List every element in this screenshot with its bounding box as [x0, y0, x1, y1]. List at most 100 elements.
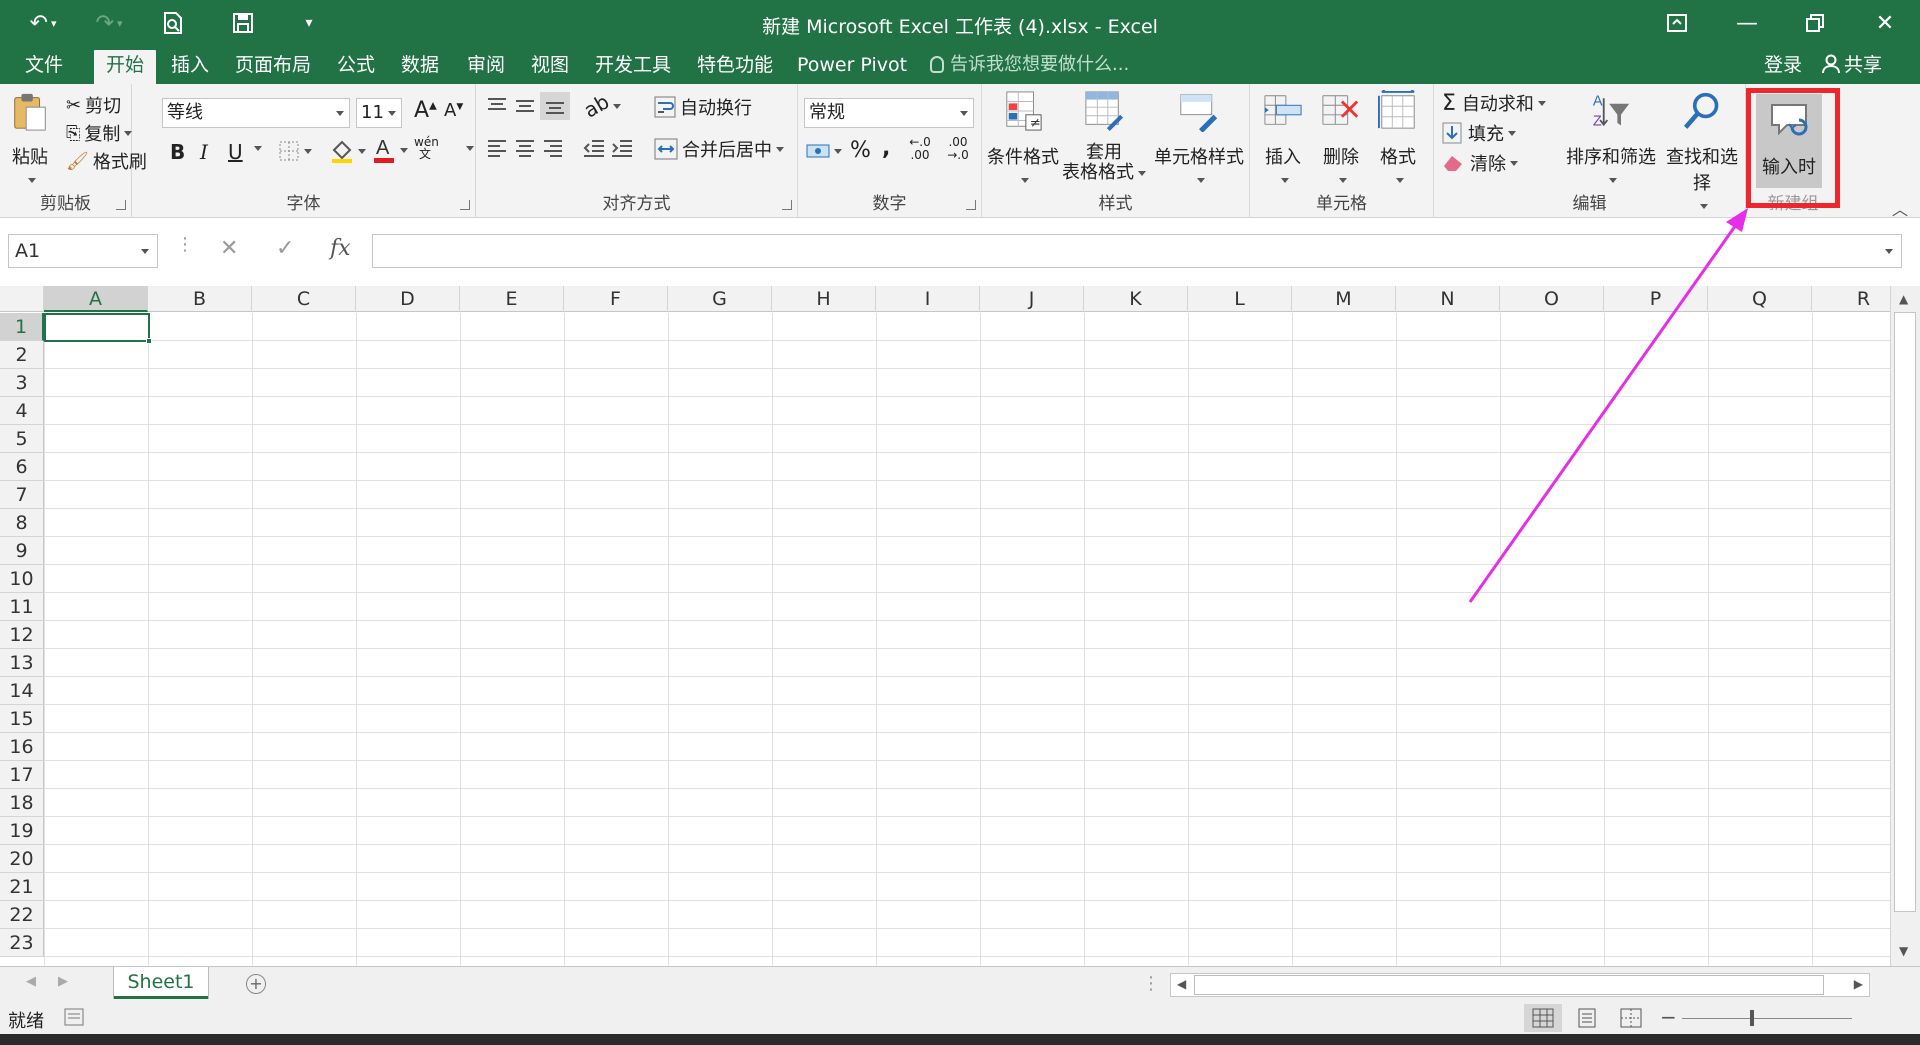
fill-button[interactable]: 填充	[1442, 120, 1516, 146]
row-header-11[interactable]: 11	[0, 593, 44, 621]
format-as-table-button[interactable]: 套用 表格格式	[1062, 90, 1146, 183]
prev-sheet-icon[interactable]: ◀	[26, 974, 36, 989]
row-header-9[interactable]: 9	[0, 537, 44, 565]
macro-record-icon[interactable]	[64, 1008, 84, 1031]
column-header-f[interactable]: F	[564, 286, 668, 312]
enter-icon[interactable]: ✓	[276, 236, 294, 261]
vertical-scrollbar[interactable]: ▲ ▼	[1890, 286, 1920, 966]
column-header-n[interactable]: N	[1396, 286, 1500, 312]
top-align-button[interactable]	[486, 96, 508, 116]
fill-color-button[interactable]	[330, 138, 366, 164]
share-button[interactable]: 共享	[1822, 50, 1882, 80]
row-header-23[interactable]: 23	[0, 929, 44, 957]
tab-formulas[interactable]: 公式	[328, 50, 384, 84]
phonetic-dropdown[interactable]	[462, 146, 474, 151]
decrease-decimal-button[interactable]: .00 →.0	[942, 136, 974, 162]
tab-home[interactable]: 开始	[94, 50, 156, 84]
font-size-combo[interactable]: 11	[356, 98, 402, 128]
row-header-14[interactable]: 14	[0, 677, 44, 705]
horizontal-scroll-thumb[interactable]	[1194, 975, 1824, 995]
column-header-h[interactable]: H	[772, 286, 876, 312]
sheet-tab-sheet1[interactable]: Sheet1	[114, 967, 208, 999]
shrink-font-button[interactable]: A▼	[444, 100, 463, 121]
number-format-combo[interactable]: 常规	[804, 98, 974, 128]
fill-handle[interactable]	[146, 338, 152, 344]
tell-me-search[interactable]: 告诉我您想要做什么...	[930, 50, 1129, 80]
column-header-q[interactable]: Q	[1708, 286, 1812, 312]
cell-styles-button[interactable]: 单元格样式	[1148, 90, 1250, 190]
zoom-slider[interactable]	[1682, 1018, 1852, 1019]
increase-indent-button[interactable]	[610, 138, 634, 158]
column-header-o[interactable]: O	[1500, 286, 1604, 312]
decrease-indent-button[interactable]	[582, 138, 606, 158]
clear-button[interactable]: 清除	[1442, 150, 1518, 176]
font-name-combo[interactable]: 等线	[162, 98, 350, 128]
worksheet-grid[interactable]: ABCDEFGHIJKLMNOPQR 1 2 3 4 5 6 7 8 9 10 11 12 13 14 15…	[0, 286, 1920, 966]
percent-button[interactable]: %	[850, 138, 871, 163]
row-header-5[interactable]: 5	[0, 425, 44, 453]
column-header-l[interactable]: L	[1188, 286, 1292, 312]
tab-insert[interactable]: 插入	[162, 50, 218, 84]
restore-button[interactable]	[1786, 0, 1844, 46]
copy-button[interactable]: ⎘ 复制	[66, 120, 133, 146]
name-box[interactable]: A1	[8, 234, 158, 268]
row-header-13[interactable]: 13	[0, 649, 44, 677]
autosum-button[interactable]: Σ 自动求和	[1442, 90, 1546, 116]
insert-cells-button[interactable]: 插入	[1256, 90, 1310, 190]
row-header-21[interactable]: 21	[0, 873, 44, 901]
row-header-22[interactable]: 22	[0, 901, 44, 929]
zoom-slider-thumb[interactable]	[1750, 1010, 1754, 1026]
format-cells-button[interactable]: 格式	[1370, 89, 1426, 190]
scroll-down-icon[interactable]: ▼	[1899, 944, 1908, 958]
page-layout-view-button[interactable]	[1576, 1008, 1598, 1033]
formula-input[interactable]	[372, 234, 1902, 268]
tab-data[interactable]: 数据	[392, 50, 448, 84]
dialog-launcher-icon[interactable]	[460, 200, 470, 210]
column-header-g[interactable]: G	[668, 286, 772, 312]
row-header-2[interactable]: 2	[0, 341, 44, 369]
dialog-launcher-icon[interactable]	[966, 200, 976, 210]
collapse-ribbon-button[interactable]: ︿	[1892, 196, 1908, 220]
close-button[interactable]: ✕	[1856, 0, 1914, 46]
minimize-button[interactable]: —	[1718, 0, 1776, 46]
wrap-text-button[interactable]: 自动换行	[654, 94, 752, 120]
paste-button[interactable]: 粘贴	[6, 90, 54, 190]
row-header-7[interactable]: 7	[0, 481, 44, 509]
customize-quick-access-button[interactable]: ▾	[296, 6, 322, 40]
row-header-1[interactable]: 1	[0, 313, 44, 341]
dialog-launcher-icon[interactable]	[782, 200, 792, 210]
row-header-17[interactable]: 17	[0, 761, 44, 789]
redo-button[interactable]: ↷ ▾	[86, 6, 132, 40]
italic-button[interactable]: I	[200, 140, 208, 164]
bottom-align-button[interactable]	[540, 92, 570, 120]
orientation-button[interactable]: ab	[580, 89, 621, 123]
column-header-j[interactable]: J	[980, 286, 1084, 312]
tab-review[interactable]: 审阅	[458, 50, 514, 84]
scroll-up-icon[interactable]: ▲	[1899, 292, 1908, 306]
expand-formula-icon[interactable]	[1885, 249, 1893, 254]
selected-cell-a1[interactable]	[44, 313, 152, 344]
bold-button[interactable]: B	[170, 140, 185, 164]
align-left-button[interactable]	[486, 138, 508, 158]
underline-dropdown[interactable]	[250, 146, 262, 151]
column-header-d[interactable]: D	[356, 286, 460, 312]
grow-font-button[interactable]: A▲	[414, 98, 437, 123]
row-header-8[interactable]: 8	[0, 509, 44, 537]
insert-function-icon[interactable]: fx	[330, 236, 351, 261]
add-sheet-icon[interactable]: +	[246, 974, 266, 994]
underline-button[interactable]: U	[228, 140, 243, 164]
row-header-4[interactable]: 4	[0, 397, 44, 425]
row-header-18[interactable]: 18	[0, 789, 44, 817]
print-preview-button[interactable]	[156, 6, 190, 40]
row-header-15[interactable]: 15	[0, 705, 44, 733]
increase-decimal-button[interactable]: ←.0 .00	[904, 136, 936, 162]
column-header-b[interactable]: B	[148, 286, 252, 312]
scroll-left-icon[interactable]: ◀	[1177, 977, 1186, 991]
cut-button[interactable]: ✂ 剪切	[66, 92, 121, 118]
tab-split-grip-icon[interactable]: ⋮	[1142, 973, 1160, 994]
borders-button[interactable]	[278, 140, 312, 162]
column-header-p[interactable]: P	[1604, 286, 1708, 312]
column-header-e[interactable]: E	[460, 286, 564, 312]
merge-center-button[interactable]: 合并后居中	[654, 136, 784, 162]
column-header-k[interactable]: K	[1084, 286, 1188, 312]
